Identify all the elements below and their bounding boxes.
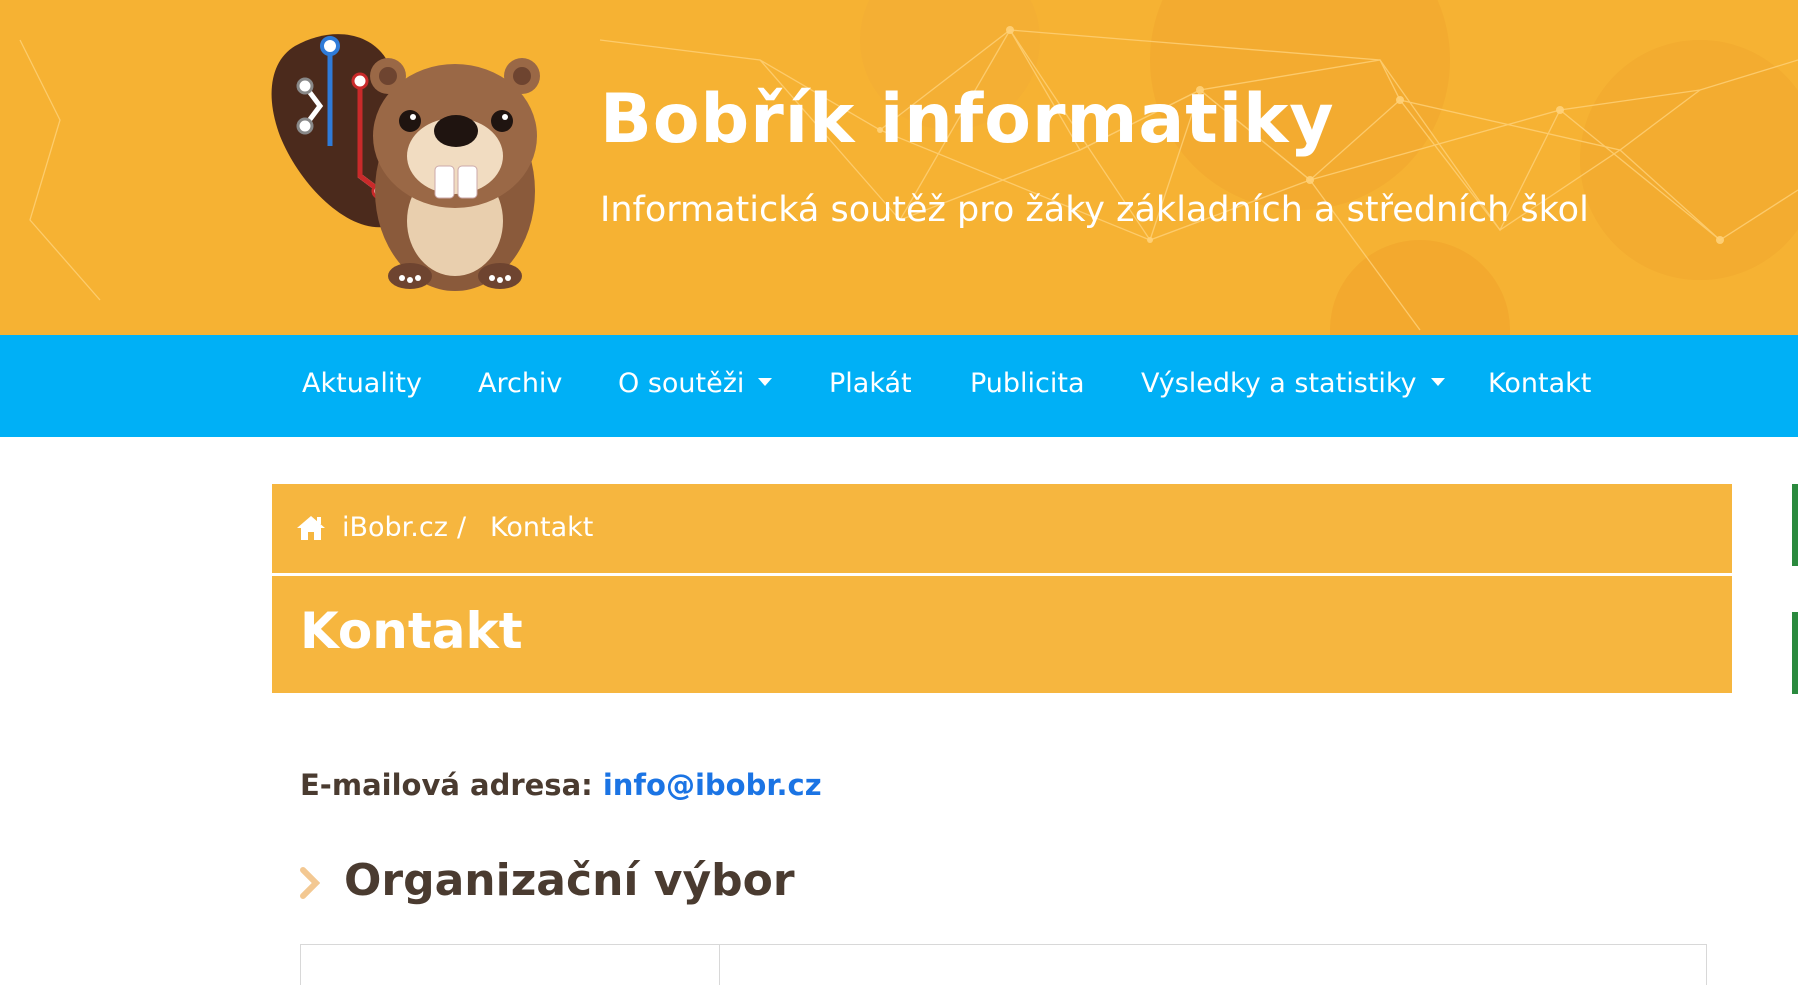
nav-item-label: Kontakt (1488, 368, 1592, 399)
nav-item-kontakt[interactable]: Kontakt (1488, 368, 1591, 399)
nav-item-label: Aktuality (302, 368, 422, 399)
home-icon[interactable] (296, 514, 326, 542)
nav-item-plakat[interactable]: Plakát (829, 368, 912, 399)
page-title-box: Kontakt (272, 576, 1732, 693)
beaver-logo[interactable] (270, 26, 545, 296)
email-label: E-mailová adresa: (300, 768, 593, 802)
breadcrumb: iBobr.cz / Kontakt (272, 484, 1732, 573)
nav-item-label: Publicita (970, 368, 1085, 399)
nav-item-o-soutezi[interactable]: O soutěži (618, 368, 773, 399)
caret-down-icon (758, 377, 773, 386)
side-accent (1792, 612, 1798, 694)
nav-item-label: Plakát (829, 368, 912, 399)
nav-item-publicita[interactable]: Publicita (970, 368, 1085, 399)
nav-item-vysledky[interactable]: Výsledky a statistiky (1141, 368, 1445, 399)
nav-item-label: Výsledky a statistiky (1141, 368, 1417, 399)
nav-item-aktuality[interactable]: Aktuality (302, 368, 422, 399)
table-column-divider (719, 945, 720, 985)
site-title[interactable]: Bobřík informatiky (600, 80, 1335, 159)
section-title: Organizační výbor (344, 855, 795, 906)
site-header: Bobřík informatiky Informatická soutěž p… (0, 0, 1798, 335)
breadcrumb-home-link[interactable]: iBobr.cz (342, 512, 448, 543)
site-subtitle: Informatická soutěž pro žáky základních … (600, 190, 1589, 230)
email-row: E-mailová adresa: info@ibobr.cz (300, 768, 822, 802)
email-link[interactable]: info@ibobr.cz (603, 768, 822, 802)
committee-table (300, 944, 1707, 985)
breadcrumb-separator: / (457, 512, 467, 543)
main-navigation: Aktuality Archiv O soutěži Plakát Public… (0, 335, 1798, 437)
nav-item-label: Archiv (478, 368, 563, 399)
nav-item-label: O soutěži (618, 368, 745, 399)
breadcrumb-current: Kontakt (490, 512, 594, 543)
caret-down-icon (1430, 377, 1445, 386)
page-title: Kontakt (300, 602, 523, 660)
chevron-right-icon (300, 867, 320, 899)
side-accent (1792, 484, 1798, 566)
nav-item-archiv[interactable]: Archiv (478, 368, 562, 399)
